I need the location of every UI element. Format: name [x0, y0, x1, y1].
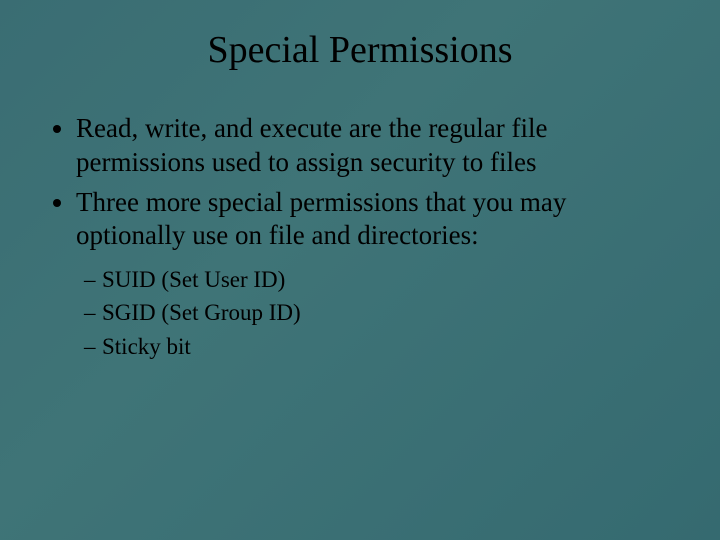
- slide-title: Special Permissions: [0, 0, 720, 112]
- bullet-item: Three more special permissions that you …: [76, 186, 670, 254]
- slide: Special Permissions Read, write, and exe…: [0, 0, 720, 540]
- sub-bullet-item: Sticky bit: [84, 330, 670, 363]
- sub-bullet-item: SGID (Set Group ID): [84, 296, 670, 329]
- bullet-item: Read, write, and execute are the regular…: [76, 112, 670, 180]
- sub-bullet-list: SUID (Set User ID) SGID (Set Group ID) S…: [50, 263, 670, 363]
- slide-content: Read, write, and execute are the regular…: [0, 112, 720, 363]
- bullet-list: Read, write, and execute are the regular…: [50, 112, 670, 253]
- sub-bullet-item: SUID (Set User ID): [84, 263, 670, 296]
